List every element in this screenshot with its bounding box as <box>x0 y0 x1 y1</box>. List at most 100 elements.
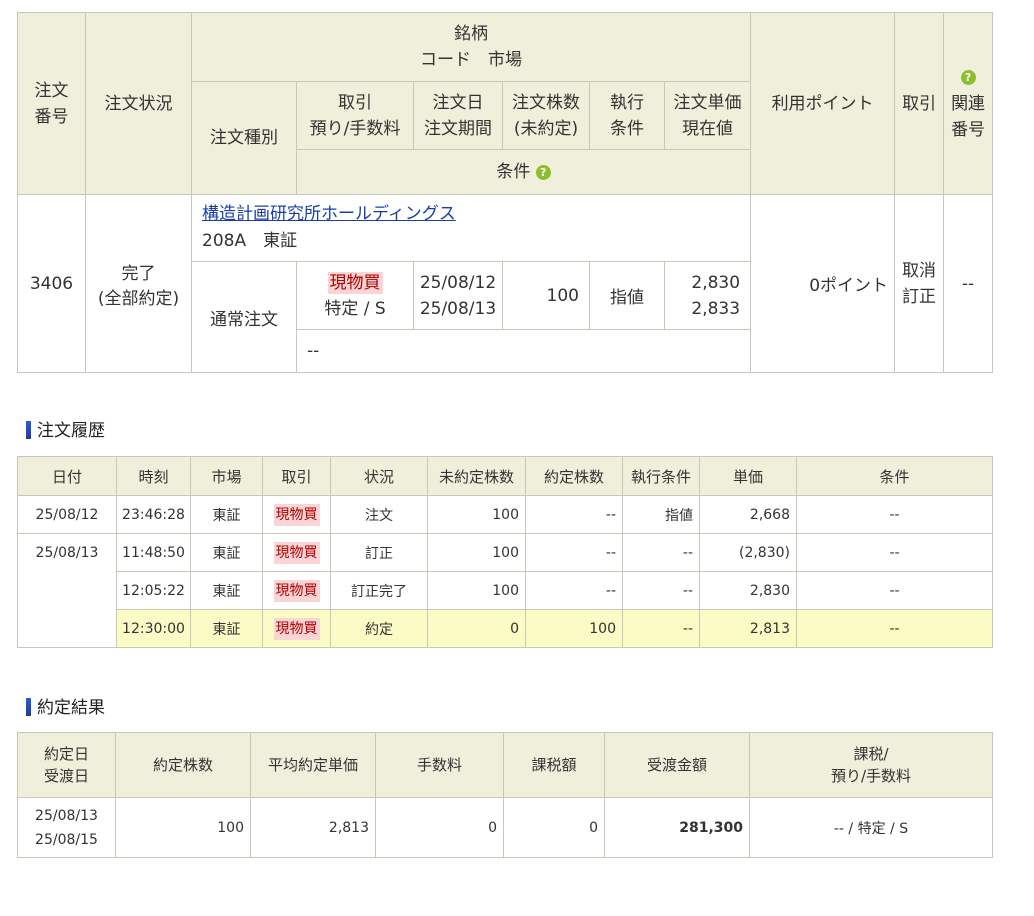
result-header-tax: 課税額 <box>503 732 605 798</box>
order-type: 通常注文 <box>191 261 297 373</box>
table-row: 25/08/13 25/08/15 100 2,813 0 0 281,300 … <box>17 797 993 858</box>
history-time: 23:46:28 <box>116 495 191 534</box>
result-header-amount: 受渡金額 <box>604 732 750 798</box>
order-no-header: 注文 番号 <box>17 12 86 195</box>
order-status: 完了 (全部約定) <box>85 194 192 373</box>
result-qty: 100 <box>115 797 251 858</box>
trade-header-label: 取引 <box>338 92 372 113</box>
order-summary-table: 注文 番号 注文状況 銘柄 コード 市場 利用ポイント 取引 ? 関連 番号 注… <box>17 12 994 373</box>
result-header-qty: 約定株数 <box>115 732 251 798</box>
result-header-exec-date: 約定日 <box>43 745 89 763</box>
table-row-highlighted: 12:30:00 東証 現物買 約定 0 100 -- 2,813 -- <box>18 609 993 648</box>
history-date: 25/08/13 <box>17 533 117 648</box>
history-trade: 現物買 <box>262 533 331 572</box>
history-market: 東証 <box>190 609 263 648</box>
help-icon[interactable]: ? <box>535 164 551 180</box>
history-cond: -- <box>796 571 993 610</box>
points-used: 0ポイント <box>750 194 896 373</box>
condition-header-label: 条件 <box>610 118 644 139</box>
status-header: 注文状況 <box>85 12 192 195</box>
table-row: 25/08/13 11:48:50 東証 現物買 訂正 100 -- -- (2… <box>17 533 993 648</box>
history-status: 注文 <box>330 495 428 534</box>
history-exec: -- <box>622 609 700 648</box>
history-header-unfilled: 未約定株数 <box>427 456 526 496</box>
history-price: 2,813 <box>699 609 797 648</box>
result-section-title: 約定結果 <box>26 693 105 718</box>
execution-result-table: 約定日 受渡日 約定株数 平均約定単価 手数料 課税額 受渡金額 課税/ 預り/… <box>17 732 993 858</box>
stock-header: 銘柄 コード 市場 <box>190 12 752 82</box>
buy-badge: 現物買 <box>327 271 383 294</box>
buy-badge: 現物買 <box>273 617 320 640</box>
order-number: 3406 <box>17 194 86 373</box>
points-header: 利用ポイント <box>750 12 896 195</box>
related-header-label-1: 関連 <box>951 93 986 114</box>
history-time: 12:30:00 <box>116 609 191 648</box>
history-header-time: 時刻 <box>116 456 191 496</box>
history-cond: -- <box>796 533 993 572</box>
history-unfilled: 0 <box>427 609 526 648</box>
order-prices: 2,830 2,833 <box>663 261 752 330</box>
help-icon[interactable]: ? <box>960 70 976 85</box>
history-header-exec: 執行条件 <box>622 456 700 496</box>
code-market-header-label: コード 市場 <box>420 50 523 70</box>
result-title: 約定結果 <box>37 698 105 718</box>
price-header: 注文単価 現在値 <box>663 81 752 150</box>
buy-badge: 現物買 <box>273 503 320 526</box>
unit-price: 2,830 <box>691 272 741 293</box>
custody-label: 特定 / S <box>324 298 386 319</box>
result-amount: 281,300 <box>604 797 750 858</box>
stock-header-label: 銘柄 <box>454 24 489 44</box>
trade-custody: 現物買 特定 / S <box>296 261 414 330</box>
trade-header: 取引 預り/手数料 <box>296 81 414 150</box>
buy-badge: 現物買 <box>273 579 320 602</box>
result-tax-custody: -- / 特定 / S <box>749 797 993 858</box>
related-no-header: ? 関連 番号 <box>943 12 994 195</box>
custody-fee-header-label: 預り/手数料 <box>309 118 401 139</box>
history-header-date: 日付 <box>17 456 117 496</box>
buy-badge: 現物買 <box>273 541 320 564</box>
history-header-trade: 取引 <box>262 456 331 496</box>
result-header-custody-label: 預り/手数料 <box>830 767 912 785</box>
result-header-tax-label: 課税/ <box>853 745 889 763</box>
section-bar-icon <box>26 698 31 716</box>
history-exec: -- <box>622 571 700 610</box>
history-price: 2,830 <box>699 571 797 610</box>
history-cond: -- <box>796 495 993 534</box>
result-header-dates: 約定日 受渡日 <box>17 732 116 798</box>
table-row: 12:05:22 東証 現物買 訂正完了 100 -- -- 2,830 -- <box>18 571 993 610</box>
conditions-header-label: 条件 <box>496 162 531 182</box>
order-period-header-label: 注文期間 <box>424 118 492 139</box>
history-header-market: 市場 <box>190 456 263 496</box>
order-conditions: -- <box>295 329 752 373</box>
order-status-detail: (全部約定) <box>97 288 180 309</box>
stock-name-link[interactable]: 構造計画研究所ホールディングス <box>202 204 456 224</box>
order-date-header: 注文日 注文期間 <box>413 81 503 150</box>
modify-link[interactable]: 訂正 <box>896 284 943 310</box>
history-price: (2,830) <box>699 533 797 572</box>
history-time: 12:05:22 <box>116 571 191 610</box>
order-date: 25/08/12 <box>419 272 497 293</box>
result-tax: 0 <box>503 797 605 858</box>
action-header: 取引 <box>894 12 945 195</box>
result-fee: 0 <box>375 797 504 858</box>
stock-info: 構造計画研究所ホールディングス 208A 東証 <box>190 194 752 262</box>
cancel-link[interactable]: 取消 <box>896 258 943 284</box>
history-price: 2,668 <box>699 495 797 534</box>
history-date: 25/08/12 <box>17 495 117 534</box>
conditions-header: 条件 ? <box>295 149 752 195</box>
unit-price-header-label: 注文単価 <box>673 92 742 113</box>
result-settle-date: 25/08/15 <box>35 831 98 848</box>
result-header-avg-price: 平均約定単価 <box>250 732 376 798</box>
order-qty: 100 <box>502 261 590 330</box>
result-avg-price: 2,813 <box>250 797 376 858</box>
history-exec: 指値 <box>622 495 700 534</box>
section-bar-icon <box>26 421 31 439</box>
exec-header-label: 執行 <box>610 92 644 113</box>
qty-header: 注文株数 (未約定) <box>502 81 590 150</box>
history-header-status: 状況 <box>330 456 428 496</box>
history-time: 11:48:50 <box>116 533 191 572</box>
result-exec-date: 25/08/13 <box>35 807 98 824</box>
history-status: 訂正 <box>330 533 428 572</box>
history-trade: 現物買 <box>262 571 331 610</box>
history-header-filled: 約定株数 <box>525 456 623 496</box>
